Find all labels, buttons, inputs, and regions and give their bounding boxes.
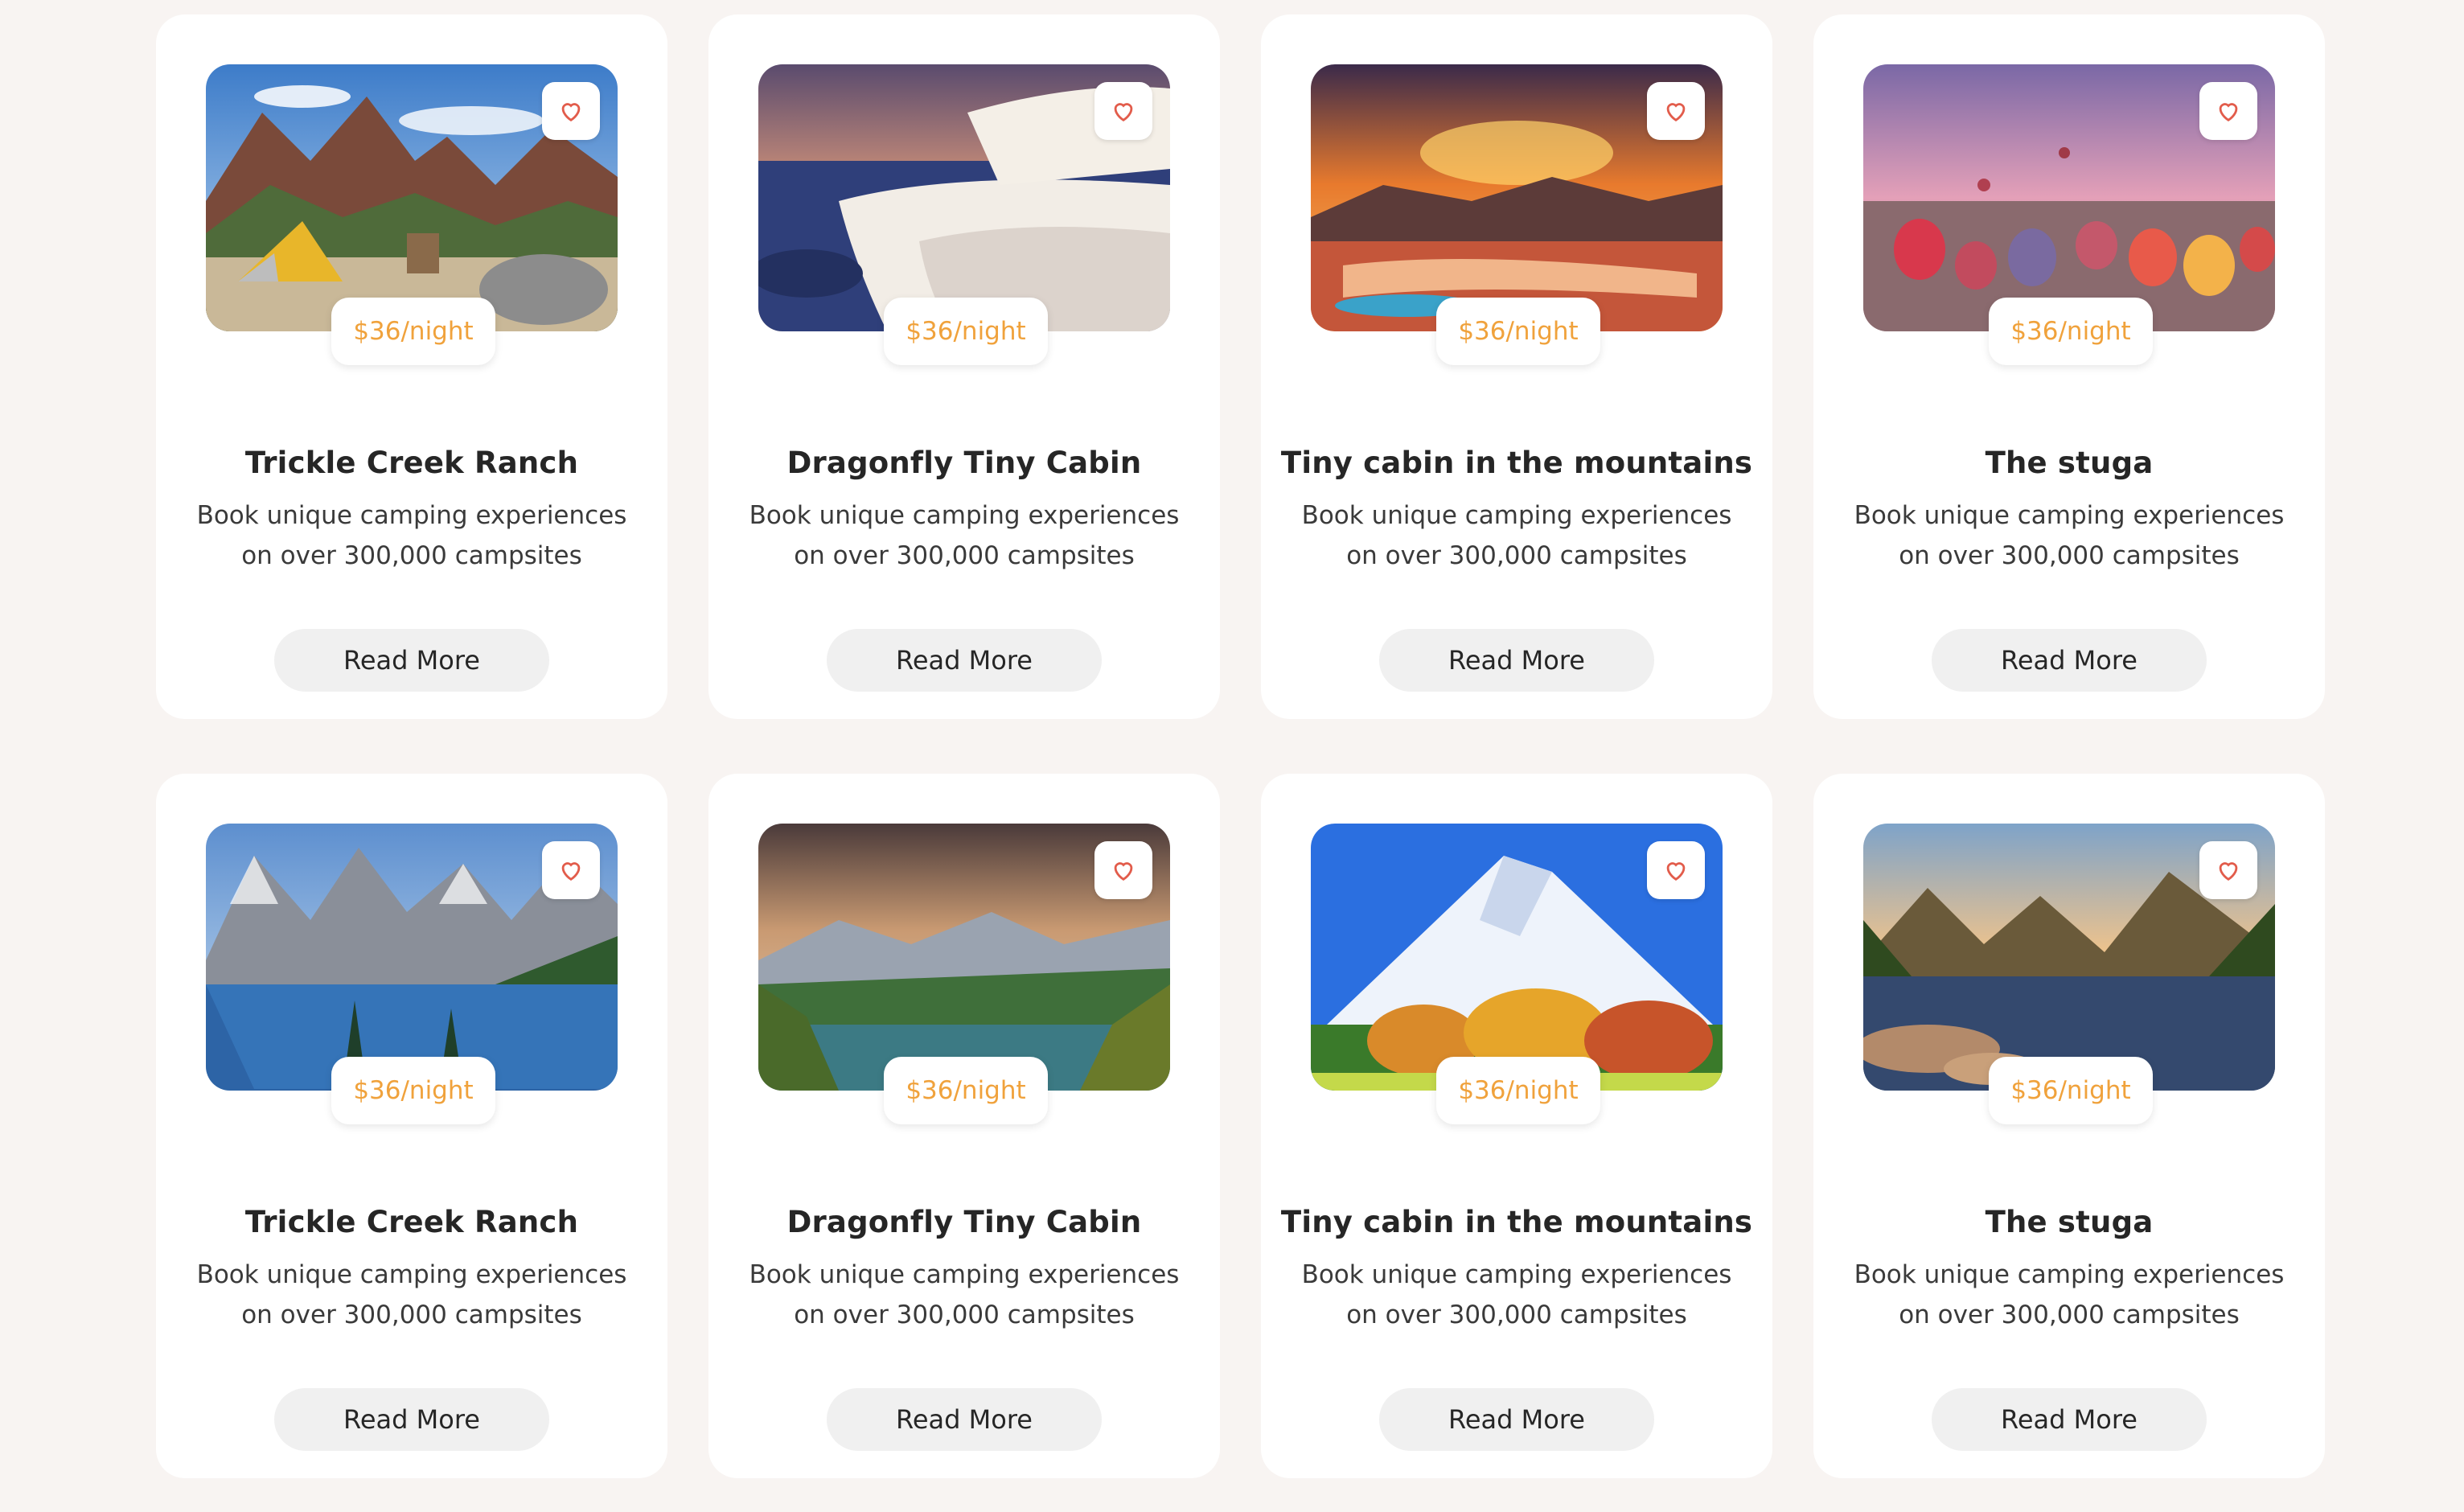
heart-outline-icon (1666, 103, 1686, 122)
heart-outline-icon (1666, 862, 1686, 881)
price-badge: $36/night (884, 1057, 1048, 1124)
campsite-description: Book unique camping experiences on over … (749, 501, 1180, 570)
favorite-button[interactable] (542, 841, 600, 899)
heart-outline-icon (561, 103, 581, 122)
campsite-photo[interactable] (206, 824, 618, 1091)
price-badge: $36/night (331, 1057, 495, 1124)
price-badge: $36/night (884, 298, 1048, 365)
heart-outline-icon (1114, 103, 1133, 122)
campsite-photo[interactable] (206, 64, 618, 331)
heart-outline-icon (2219, 862, 2238, 881)
campsite-card: $36/night The stuga Book unique camping … (1813, 14, 2325, 719)
campsite-title: Trickle Creek Ranch (244, 446, 579, 480)
campsite-photo[interactable] (758, 64, 1170, 331)
read-more-button[interactable]: Read More (1379, 1388, 1654, 1451)
campsite-grid: $36/night Trickle Creek Ranch Book uniqu… (0, 0, 2464, 1512)
campsite-title: Dragonfly Tiny Cabin (786, 446, 1142, 480)
campsite-description: Book unique camping experiences on over … (196, 1260, 627, 1329)
favorite-button[interactable] (1647, 841, 1705, 899)
price-badge: $36/night (1989, 1057, 2153, 1124)
price-badge: $36/night (1989, 298, 2153, 365)
campsite-card: $36/night Dragonfly Tiny Cabin Book uniq… (708, 774, 1220, 1478)
favorite-button[interactable] (1094, 82, 1152, 140)
read-more-button[interactable]: Read More (1932, 629, 2207, 692)
campsite-title: Dragonfly Tiny Cabin (786, 1205, 1142, 1239)
price-badge: $36/night (1436, 1057, 1600, 1124)
campsite-description: Book unique camping experiences on over … (1854, 501, 2285, 570)
campsite-photo[interactable] (758, 824, 1170, 1091)
campsite-card: $36/night Dragonfly Tiny Cabin Book uniq… (708, 14, 1220, 719)
favorite-button[interactable] (1094, 841, 1152, 899)
campsite-photo[interactable] (1311, 824, 1723, 1091)
heart-outline-icon (1114, 862, 1133, 881)
campsite-photo[interactable] (1863, 824, 2275, 1091)
heart-outline-icon (561, 862, 581, 881)
heart-outline-icon (2219, 103, 2238, 122)
campsite-title: The stuga (1985, 446, 2154, 480)
campsite-title: Trickle Creek Ranch (244, 1205, 579, 1239)
campsite-description: Book unique camping experiences on over … (1301, 1260, 1732, 1329)
read-more-button[interactable]: Read More (1379, 629, 1654, 692)
favorite-button[interactable] (2199, 82, 2257, 140)
campsite-card: $36/night Trickle Creek Ranch Book uniqu… (156, 14, 667, 719)
read-more-button[interactable]: Read More (827, 629, 1102, 692)
campsite-card: $36/night Tiny cabin in the mountains Bo… (1261, 774, 1772, 1478)
read-more-button[interactable]: Read More (274, 629, 549, 692)
favorite-button[interactable] (1647, 82, 1705, 140)
campsite-photo[interactable] (1863, 64, 2275, 331)
campsite-card: $36/night Tiny cabin in the mountains Bo… (1261, 14, 1772, 719)
price-badge: $36/night (1436, 298, 1600, 365)
read-more-button[interactable]: Read More (827, 1388, 1102, 1451)
campsite-photo[interactable] (1311, 64, 1723, 331)
campsite-description: Book unique camping experiences on over … (196, 501, 627, 570)
campsite-description: Book unique camping experiences on over … (1854, 1260, 2285, 1329)
campsite-description: Book unique camping experiences on over … (1301, 501, 1732, 570)
campsite-title: Tiny cabin in the mountains (1280, 446, 1753, 480)
campsite-description: Book unique camping experiences on over … (749, 1260, 1180, 1329)
price-badge: $36/night (331, 298, 495, 365)
favorite-button[interactable] (542, 82, 600, 140)
campsite-title: Tiny cabin in the mountains (1280, 1205, 1753, 1239)
campsite-card: $36/night The stuga Book unique camping … (1813, 774, 2325, 1478)
favorite-button[interactable] (2199, 841, 2257, 899)
read-more-button[interactable]: Read More (1932, 1388, 2207, 1451)
campsite-title: The stuga (1985, 1205, 2154, 1239)
read-more-button[interactable]: Read More (274, 1388, 549, 1451)
campsite-card: $36/night Trickle Creek Ranch Book uniqu… (156, 774, 667, 1478)
